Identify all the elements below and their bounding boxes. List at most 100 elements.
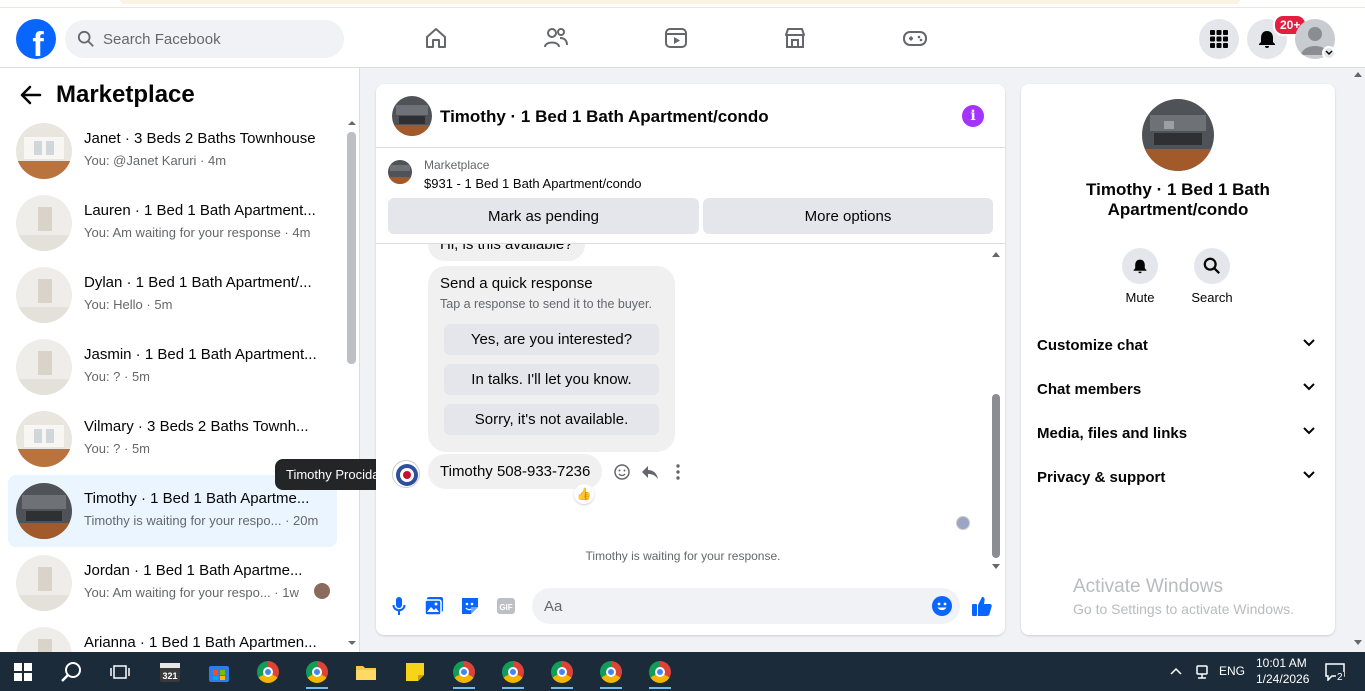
row-label: Media, files and links [1037,424,1188,442]
conversation-preview: You: @Janet Karuri · 4m [84,153,227,168]
sticker-icon[interactable] [459,595,481,617]
search-box[interactable] [65,20,344,58]
sidebar-scrollbar[interactable] [347,132,356,364]
conversation-name: Vilmary · 3 Beds 2 Baths Townh... [84,418,309,435]
watch-icon[interactable] [662,24,690,52]
customize-chat-row[interactable]: Customize chat [1037,323,1319,367]
chat-scroll-up-icon[interactable] [992,252,1000,257]
conversation-item[interactable]: Lauren · 1 Bed 1 Bath Apartment... You: … [8,187,337,259]
conversation-preview: You: ? · 5m [84,441,151,456]
chat-panel: Timothy · 1 Bed 1 Bath Apartment/condo i… [376,84,1005,635]
clock-date[interactable]: 1/24/2026 [1256,672,1309,686]
input-language[interactable]: ENG [1219,664,1245,678]
quick-response-title: Send a quick response [440,275,593,292]
privacy-support-row[interactable]: Privacy & support [1037,455,1319,499]
mute-action[interactable]: Mute [1110,248,1170,305]
search-action[interactable]: Search [1182,248,1242,305]
marketplace-icon[interactable] [781,24,809,52]
chrome-profile-icon[interactable] [494,656,532,689]
video-editor-app-icon[interactable]: 321 [151,656,189,687]
chat-scroll-down-icon[interactable] [992,564,1000,569]
more-options-button[interactable]: More options [703,198,993,234]
chrome-profile-icon[interactable] [592,656,630,689]
listing-banner[interactable]: Marketplace $931 - 1 Bed 1 Bath Apartmen… [388,158,988,191]
chat-members-row[interactable]: Chat members [1037,367,1319,411]
tooltip: Timothy Procida [275,459,391,490]
chevron-up-icon[interactable] [1170,667,1182,675]
more-actions-icon[interactable] [668,462,688,482]
home-icon[interactable] [422,24,450,52]
chevron-down-icon [1303,339,1315,347]
task-view-icon[interactable] [101,656,139,687]
conversation-item[interactable]: Dylan · 1 Bed 1 Bath Apartment/... You: … [8,259,337,331]
clock-time[interactable]: 10:01 AM [1256,656,1307,670]
quick-response-yes-button[interactable]: Yes, are you interested? [444,324,659,355]
media-files-links-row[interactable]: Media, files and links [1037,411,1319,455]
network-icon[interactable] [1194,664,1210,680]
page-scroll-down-icon[interactable] [1354,640,1362,645]
message-bubble: Hi, is this available? [428,244,585,261]
conversation-item[interactable]: Janet · 3 Beds 2 Baths Townhouse You: @J… [8,115,337,187]
quick-response-subtitle: Tap a response to send it to the buyer. [440,297,652,311]
chrome-profile-icon[interactable] [543,656,581,689]
search-input[interactable] [103,30,323,48]
chevron-down-icon [1303,383,1315,391]
chrome-profile-icon[interactable] [445,656,483,689]
reply-icon[interactable] [640,462,660,482]
like-icon[interactable] [971,595,993,617]
thumbs-up-reaction[interactable]: 👍 [574,484,594,504]
browser-top-strip [0,0,1365,8]
chrome-profile-icon[interactable] [298,656,336,689]
info-bar [120,0,1240,4]
conversation-item[interactable]: Jordan · 1 Bed 1 Bath Apartme... You: Am… [8,547,337,619]
top-navbar: f 20+ [0,8,1365,68]
info-icon[interactable]: i [962,105,984,127]
microphone-icon[interactable] [388,595,410,617]
watermark-title: Activate Windows [1073,576,1223,597]
chat-title[interactable]: Timothy · 1 Bed 1 Bath Apartment/condo [440,107,769,127]
photo-icon[interactable] [423,595,445,617]
conversation-item[interactable]: Jasmin · 1 Bed 1 Bath Apartment... You: … [8,331,337,403]
friends-icon[interactable] [542,24,570,52]
file-explorer-icon[interactable] [347,656,385,687]
chrome-icon[interactable] [249,656,287,687]
listing-thumbnail [16,267,72,323]
chrome-profile-icon[interactable] [641,656,679,689]
quick-response-not-available-button[interactable]: Sorry, it's not available. [444,404,659,435]
page-scrollbar[interactable] [1350,68,1365,652]
participant-avatar [314,583,330,599]
scroll-up-arrow-icon[interactable] [347,120,357,126]
conversation-name: Lauren · 1 Bed 1 Bath Apartment... [84,202,316,219]
quick-response-in-talks-button[interactable]: In talks. I'll let you know. [444,364,659,395]
react-emoji-icon[interactable] [612,462,632,482]
message-bubble[interactable]: Timothy 508-933-7236 [428,454,603,489]
menu-grid-button[interactable] [1199,19,1239,59]
gaming-icon[interactable] [901,24,929,52]
listing-thumbnail [16,339,72,395]
sender-avatar[interactable] [392,460,420,488]
windows-start-icon[interactable] [4,656,42,687]
conversation-preview: You: Am waiting for your respo... · 1w [84,585,299,600]
details-listing-thumbnail[interactable] [1142,99,1214,171]
page-scroll-up-icon[interactable] [1354,72,1362,77]
microsoft-store-icon[interactable] [200,656,238,687]
scroll-down-arrow-icon[interactable] [347,640,357,646]
windows-taskbar: 321 ENG 10:01 AM 1/24/2026 2 [0,652,1365,691]
chat-scrollbar[interactable] [990,244,1002,576]
facebook-logo[interactable]: f [16,19,56,59]
sticky-notes-icon[interactable] [396,656,434,687]
mark-as-pending-button[interactable]: Mark as pending [388,198,699,234]
emoji-icon[interactable] [932,596,952,616]
back-arrow-icon[interactable] [20,85,42,105]
listing-mini-thumbnail [388,160,412,184]
account-chevron-icon[interactable] [1322,46,1336,60]
conversation-item[interactable]: Arianna · 1 Bed 1 Bath Apartmen... [8,619,337,652]
activate-windows-watermark: Activate Windows Go to Settings to activ… [1073,576,1294,617]
chat-listing-thumbnail[interactable] [392,96,432,136]
taskbar-search-icon[interactable] [53,656,91,687]
conversation-preview: You: Hello · 5m [84,297,173,312]
message-input-box[interactable] [532,588,960,624]
gif-icon[interactable]: GIF [495,595,517,617]
message-input[interactable] [544,597,924,615]
chat-scroll-thumb[interactable] [992,394,1000,558]
